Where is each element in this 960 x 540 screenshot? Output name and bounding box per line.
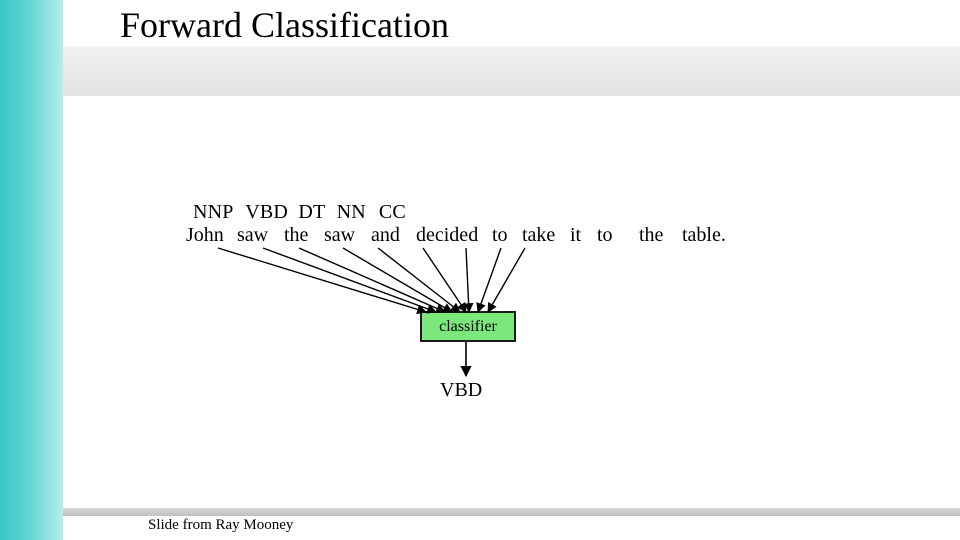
word-the1: the [284, 224, 319, 247]
word-take: take [522, 224, 565, 247]
tag-cc: CC [379, 201, 412, 224]
footer-credit: Slide from Ray Mooney [148, 517, 293, 534]
word-john: John [186, 224, 232, 247]
slide-title: Forward Classification [120, 4, 449, 46]
corner-patch [63, 0, 80, 46]
pos-tags-row: NNP VBD DT NN CC [193, 201, 412, 224]
teal-sidebar [0, 0, 63, 540]
classifier-box: classifier [420, 311, 516, 342]
word-decided: decided [416, 224, 487, 247]
slide: Forward Classification NNP VBD DT NN CC … [0, 0, 960, 540]
word-saw2: saw [324, 224, 366, 247]
footer-divider [63, 508, 960, 516]
word-and: and [371, 224, 411, 247]
word-saw1: saw [237, 224, 279, 247]
word-table: table. [682, 224, 726, 247]
sentence-row: John saw the saw and decided to take it … [186, 224, 726, 247]
title-band [63, 46, 960, 97]
word-to1: to [492, 224, 517, 247]
tag-nn: NN [337, 201, 374, 224]
output-tag: VBD [440, 379, 482, 402]
tag-dt: DT [298, 201, 331, 224]
word-it: it [570, 224, 592, 247]
content-area: NNP VBD DT NN CC John saw the saw and de… [63, 96, 960, 540]
word-the2: the [639, 224, 677, 247]
word-to2: to [597, 224, 634, 247]
tag-vbd: VBD [245, 201, 293, 224]
tag-nnp: NNP [193, 201, 240, 224]
